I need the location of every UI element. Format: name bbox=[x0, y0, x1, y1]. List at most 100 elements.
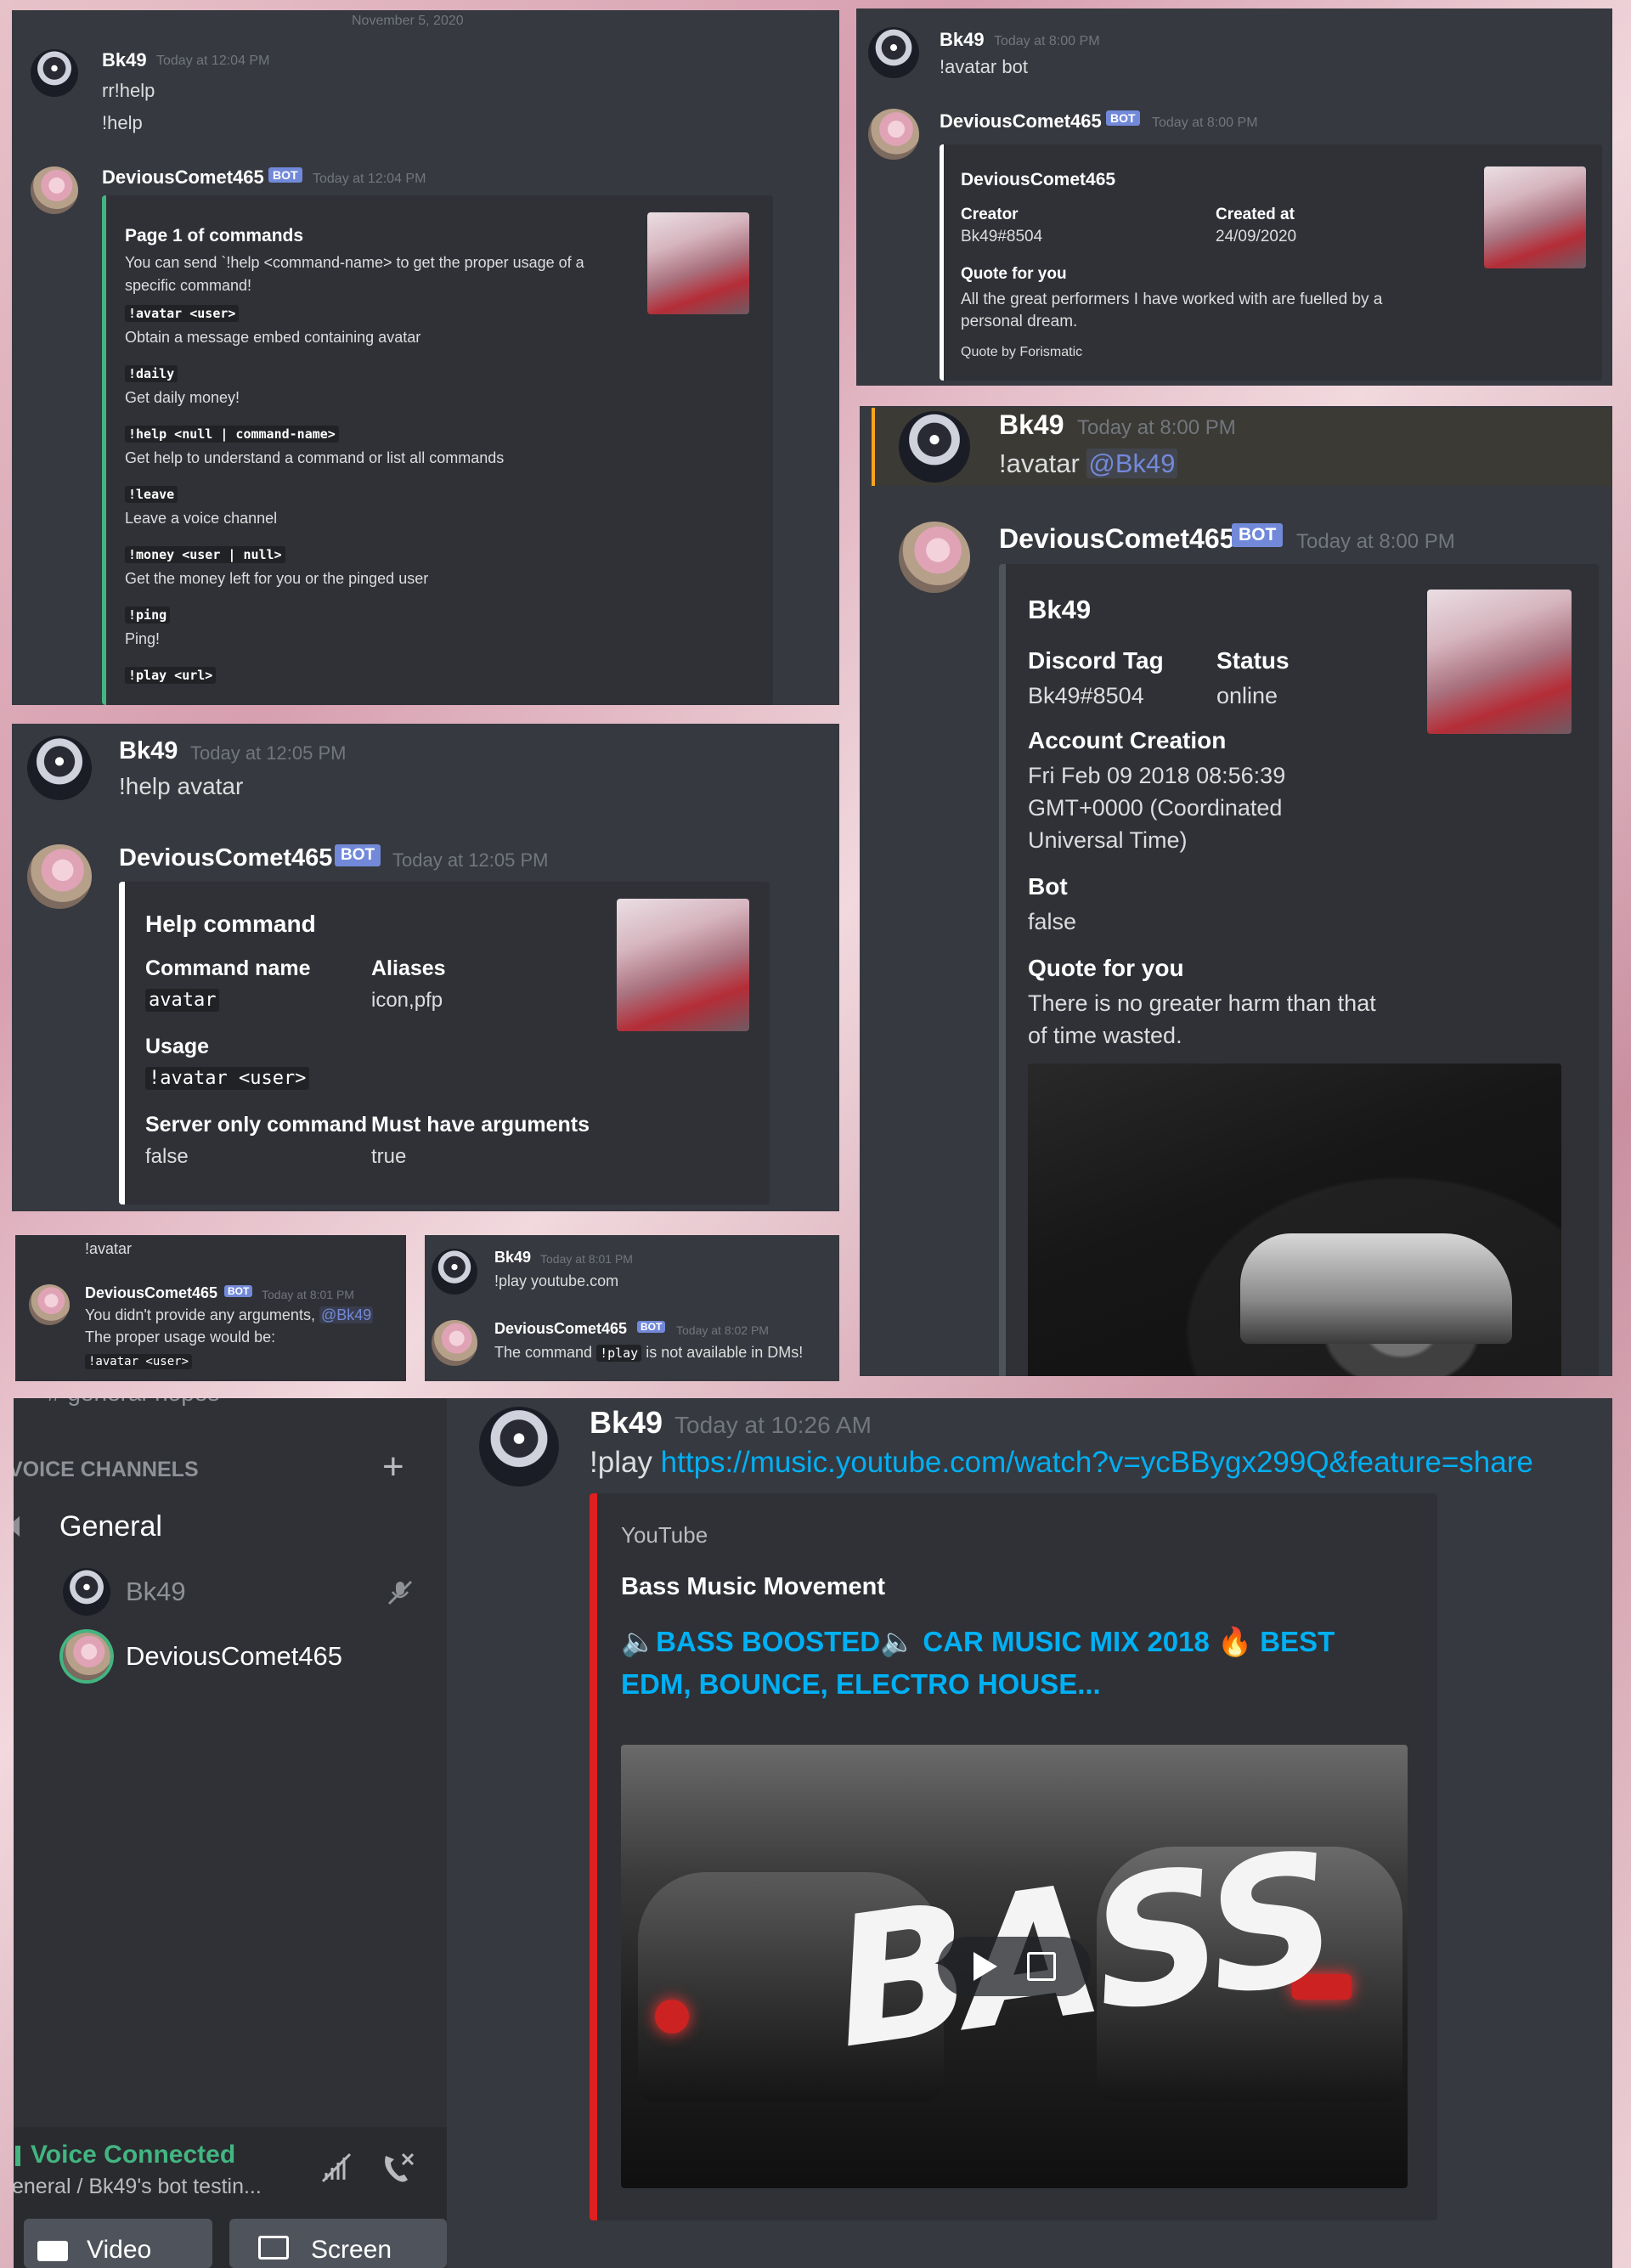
command-desc: Get the money left for you or the pinged… bbox=[125, 570, 429, 587]
cut-channel-name[interactable]: # general-hopes bbox=[48, 1398, 219, 1407]
add-channel-icon[interactable]: + bbox=[382, 1446, 404, 1488]
bot-avatar[interactable] bbox=[31, 166, 78, 214]
field-name: Quote for you bbox=[1028, 955, 1184, 981]
avatar[interactable] bbox=[868, 27, 919, 78]
play-button[interactable] bbox=[938, 1937, 1091, 1996]
field-name: Discord Tag bbox=[1028, 647, 1164, 674]
username[interactable]: Bk49 bbox=[102, 49, 147, 71]
voice-member-name[interactable]: DeviousComet465 bbox=[126, 1641, 342, 1672]
member-avatar[interactable] bbox=[63, 1568, 110, 1616]
avatar[interactable] bbox=[479, 1407, 559, 1487]
message-text: !help bbox=[102, 112, 143, 133]
voice-connected-status[interactable]: Voice Connected bbox=[31, 2141, 235, 2169]
bot-tag: BOT bbox=[1106, 110, 1140, 126]
embed-image[interactable] bbox=[1028, 1063, 1561, 1376]
message-text: !avatar @Bk49 bbox=[999, 449, 1177, 479]
command-desc: Get help to understand a command or list… bbox=[125, 449, 505, 466]
embed-title-link[interactable]: 🔈BASS BOOSTED🔈 CAR MUSIC MIX 2018 🔥 BEST bbox=[621, 1626, 1335, 1659]
command-desc: Ping! bbox=[125, 630, 161, 647]
voice-play-panel: # general-hopes VOICE CHANNELS + General… bbox=[14, 1398, 1612, 2268]
bot-avatar[interactable] bbox=[29, 1284, 70, 1325]
field-value: Fri Feb 09 2018 08:56:39 bbox=[1028, 763, 1286, 788]
open-external-icon[interactable] bbox=[1027, 1952, 1056, 1981]
command-item: !avatar <user> Obtain a message embed con… bbox=[125, 305, 720, 366]
timestamp: Today at 8:02 PM bbox=[676, 1323, 769, 1337]
bot-avatar[interactable] bbox=[899, 522, 970, 593]
command-item: !help <null | command-name> Get help to u… bbox=[125, 426, 720, 487]
user-mention[interactable]: @Bk49 bbox=[319, 1306, 374, 1323]
field-name: Server only command bbox=[145, 1113, 368, 1137]
embed-author[interactable]: Bass Music Movement bbox=[621, 1573, 885, 1601]
command-code: !daily bbox=[125, 365, 178, 382]
bot-username[interactable]: DeviousComet465 bbox=[940, 110, 1102, 133]
bot-avatar[interactable] bbox=[432, 1320, 477, 1366]
usage-code: !avatar <user> bbox=[85, 1354, 193, 1369]
command-code: !avatar <user> bbox=[125, 305, 240, 322]
bot-username[interactable]: DeviousComet465 bbox=[999, 523, 1234, 555]
username[interactable]: Bk49 bbox=[119, 737, 178, 765]
bot-username[interactable]: DeviousComet465 bbox=[85, 1284, 217, 1302]
play-icon bbox=[974, 1952, 997, 1981]
message-text: !help avatar bbox=[119, 773, 244, 799]
tail-light bbox=[655, 2000, 689, 2034]
field-name: Aliases bbox=[371, 956, 446, 980]
avatar[interactable] bbox=[31, 49, 78, 97]
field-value: true bbox=[371, 1145, 407, 1168]
embed-thumbnail[interactable] bbox=[1484, 166, 1586, 268]
field-value: GMT+0000 (Coordinated bbox=[1028, 795, 1283, 821]
message-line: The command bbox=[494, 1344, 597, 1361]
embed: Bk49 Discord Tag Bk49#8504 Status online… bbox=[999, 564, 1599, 1376]
bot-avatar[interactable] bbox=[27, 844, 92, 909]
inline-code: !play bbox=[596, 1345, 642, 1362]
video-icon bbox=[37, 2241, 68, 2261]
username[interactable]: Bk49 bbox=[999, 409, 1064, 441]
member-avatar[interactable] bbox=[63, 1633, 110, 1680]
noise-suppression-icon[interactable] bbox=[319, 2151, 353, 2189]
bot-username[interactable]: DeviousComet465 bbox=[119, 844, 332, 872]
bot-avatar[interactable] bbox=[868, 109, 919, 160]
bot-username[interactable]: DeviousComet465 bbox=[494, 1320, 627, 1338]
video-thumbnail[interactable]: BASS bbox=[621, 1745, 1408, 2188]
user-mention[interactable]: @Bk49 bbox=[1086, 449, 1177, 478]
field-name: Account Creation bbox=[1028, 727, 1227, 753]
voice-channels-header[interactable]: VOICE CHANNELS bbox=[14, 1458, 199, 1482]
voice-channel-path[interactable]: eneral / Bk49's bot testin... bbox=[14, 2175, 262, 2199]
embed-thumbnail[interactable] bbox=[1427, 590, 1572, 734]
command-item: !money <user | null> Get the money left f… bbox=[125, 546, 720, 607]
field-value: There is no greater harm than that bbox=[1028, 990, 1376, 1016]
disconnect-icon[interactable] bbox=[379, 2149, 416, 2191]
field-value: !avatar <user> bbox=[145, 1067, 310, 1090]
bot-tag: BOT bbox=[637, 1321, 666, 1333]
message-text: !play https://music.youtube.com/watch?v=… bbox=[590, 1446, 1533, 1480]
embed-thumbnail[interactable] bbox=[617, 899, 749, 1031]
bot-username[interactable]: DeviousComet465 bbox=[102, 166, 264, 189]
voice-channel-general[interactable]: General bbox=[59, 1510, 162, 1543]
avatar[interactable] bbox=[27, 736, 92, 800]
timestamp: Today at 8:00 PM bbox=[1152, 116, 1258, 130]
command-item: !ping Ping! bbox=[125, 606, 720, 668]
embed-thumbnail[interactable] bbox=[647, 212, 749, 314]
timestamp: Today at 8:00 PM bbox=[994, 34, 1100, 48]
speaker-icon bbox=[14, 1514, 31, 1543]
voice-member-name[interactable]: Bk49 bbox=[126, 1577, 186, 1607]
embed: Page 1 of commands You can send `!help <… bbox=[102, 195, 773, 705]
username[interactable]: Bk49 bbox=[494, 1249, 531, 1267]
embed-title-link[interactable]: EDM, BOUNCE, ELECTRO HOUSE... bbox=[621, 1668, 1101, 1701]
timestamp: Today at 8:00 PM bbox=[1077, 416, 1236, 439]
embed-title: DeviousComet465 bbox=[961, 170, 1116, 189]
embed-provider[interactable]: YouTube bbox=[621, 1522, 708, 1549]
field-value: false bbox=[145, 1145, 189, 1168]
command-code: !leave bbox=[125, 486, 178, 503]
username[interactable]: Bk49 bbox=[940, 29, 985, 51]
avatar[interactable] bbox=[432, 1249, 477, 1295]
message-text: !avatar bot bbox=[940, 56, 1028, 77]
bot-tag: BOT bbox=[268, 167, 302, 183]
username[interactable]: Bk49 bbox=[590, 1405, 663, 1441]
avatar[interactable] bbox=[899, 411, 970, 482]
message-line: You didn't provide any arguments, bbox=[85, 1306, 319, 1323]
screen-share-icon bbox=[258, 2236, 289, 2260]
message-text: The command !play is not available in DM… bbox=[494, 1344, 803, 1362]
no-args-panel: !avatar DeviousComet465 BOT Today at 8:0… bbox=[15, 1235, 406, 1381]
youtube-link[interactable]: https://music.youtube.com/watch?v=ycBByg… bbox=[661, 1446, 1533, 1479]
field-value: Bk49#8504 bbox=[961, 228, 1043, 245]
